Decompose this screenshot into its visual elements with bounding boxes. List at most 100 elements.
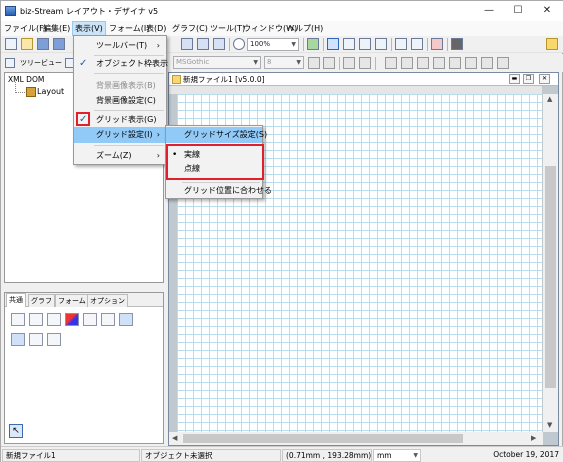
scroll-up-icon[interactable]: ▲ (547, 95, 552, 103)
page-icon-1[interactable] (181, 38, 193, 50)
menu-view[interactable]: 表示(V) (72, 21, 106, 36)
save-icon[interactable] (37, 38, 49, 50)
menu-item-zoom[interactable]: ズーム(Z) › (74, 148, 166, 164)
menu-item-label: グリッド表示(G) (96, 115, 157, 124)
view-menu: ツールバー(T) › ✓ オブジェクト枠表示 背景画像表示(B) 背景画像設定(… (73, 35, 168, 165)
align-bottom-icon[interactable] (417, 57, 429, 69)
zoom-select[interactable]: 100% ▼ (247, 38, 299, 51)
doc-close-button[interactable]: ✕ (539, 74, 550, 84)
table-tool-icon[interactable] (101, 313, 115, 326)
tab-options[interactable]: オプション (87, 294, 128, 307)
field-tool-icon[interactable] (29, 333, 43, 346)
menu-graph[interactable]: グラフ(C) (170, 21, 210, 36)
tree-node-layout[interactable]: Layout (37, 87, 64, 96)
bold-icon[interactable] (308, 57, 320, 69)
note-edit-icon[interactable] (546, 38, 558, 50)
italic-icon[interactable] (323, 57, 335, 69)
open-folder-icon[interactable] (21, 38, 33, 50)
shape-tool-icon[interactable] (65, 313, 79, 326)
menu-separator (94, 110, 164, 111)
align-icon[interactable] (359, 38, 371, 50)
menu-item-grid-size[interactable]: グリッドサイズ設定(S) (166, 127, 267, 143)
same-height-icon[interactable] (465, 57, 477, 69)
menu-item-grid-settings[interactable]: グリッド設定(I) › (74, 127, 166, 143)
tree-node-xml-dom[interactable]: XML DOM (8, 75, 44, 84)
page-icon-3[interactable] (213, 38, 225, 50)
menu-separator (94, 73, 164, 74)
menu-item-object-frame[interactable]: ✓ オブジェクト枠表示 (74, 56, 168, 72)
line-tool-icon[interactable] (47, 313, 61, 326)
chevron-down-icon: ▼ (253, 59, 258, 66)
font-name-select[interactable]: MSGothic ▼ (173, 56, 261, 69)
spacing-icon[interactable] (497, 57, 509, 69)
menu-item-bg-image-show[interactable]: 背景画像表示(B) (74, 78, 166, 94)
data-icon[interactable] (411, 38, 423, 50)
font-size-select[interactable]: 8 ▼ (264, 56, 304, 69)
pointer-tool-icon[interactable]: ↖ (9, 424, 23, 438)
menu-item-dotted-line[interactable]: 点線 (166, 161, 262, 177)
group-tool-icon[interactable] (119, 313, 133, 326)
scroll-left-icon[interactable]: ◀ (172, 434, 177, 442)
tab-common[interactable]: 共通 (6, 293, 26, 307)
vertical-scroll-thumb[interactable] (545, 166, 556, 388)
menu-item-toolbar[interactable]: ツールバー(T) › (74, 38, 166, 54)
toolbox-tabs: 共通 グラフ フォーム オプション (5, 293, 163, 307)
grid-settings-submenu: グリッドサイズ設定(S) • 実線 点線 グリッド位置に合わせる (165, 125, 272, 199)
horizontal-scrollbar[interactable]: ◀ ▶ (169, 432, 543, 445)
unit-select[interactable]: mm ▼ (373, 449, 421, 462)
menu-item-bg-image-settings[interactable]: 背景画像設定(C) (74, 93, 166, 109)
new-file-icon[interactable] (5, 38, 17, 50)
frame-tool-icon[interactable] (11, 333, 25, 346)
menu-edit[interactable]: 編集(E) (41, 21, 72, 36)
same-size-icon[interactable] (481, 57, 493, 69)
ruler-icon[interactable] (375, 38, 387, 50)
multiline-text-tool-icon[interactable] (29, 313, 43, 326)
save-all-icon[interactable] (53, 38, 65, 50)
menu-item-grid-show[interactable]: ✓ グリッド表示(G) (74, 112, 166, 128)
menu-item-label: 背景画像表示(B) (96, 81, 156, 90)
scroll-right-icon[interactable]: ▶ (531, 434, 536, 442)
edit-check-icon[interactable] (307, 38, 319, 50)
tab-tree-view[interactable]: ツリービュー (18, 56, 64, 70)
vertical-scrollbar[interactable]: ▲ ▼ (543, 94, 558, 432)
close-button[interactable]: ✕ (532, 1, 562, 21)
tab-graph[interactable]: グラフ (28, 294, 55, 307)
barcode-tool-icon[interactable] (47, 333, 61, 346)
menu-item-label: グリッド位置に合わせる (184, 186, 272, 195)
menu-table[interactable]: 表(D) (144, 21, 168, 36)
scroll-down-icon[interactable]: ▼ (547, 421, 552, 429)
toolbar-separator (427, 38, 428, 51)
menu-item-snap-to-grid[interactable]: グリッド位置に合わせる (166, 183, 272, 199)
distribute-icon[interactable] (433, 57, 445, 69)
minimize-button[interactable]: — (474, 1, 504, 21)
align-left-icon[interactable] (343, 57, 355, 69)
doc-restore-button[interactable]: ❐ (523, 74, 534, 84)
menu-help[interactable]: ヘルプ(H) (285, 21, 325, 36)
tree-connector (15, 92, 25, 93)
document-title-bar[interactable]: 新規ファイル1 [v5.0.0] ▬ ❐ ✕ (169, 73, 558, 86)
doc-minimize-button[interactable]: ▬ (509, 74, 520, 84)
horizontal-scroll-thumb[interactable] (183, 434, 463, 443)
grid-snap-icon[interactable] (343, 38, 355, 50)
same-width-icon[interactable] (449, 57, 461, 69)
maximize-button[interactable]: ☐ (503, 1, 533, 21)
grid-toggle-icon[interactable] (327, 38, 339, 50)
preview-icon[interactable] (395, 38, 407, 50)
app-icon (5, 6, 16, 16)
zoom-icon[interactable] (233, 38, 245, 50)
font-name-value: MSGothic (176, 58, 210, 66)
stop-icon[interactable] (451, 38, 463, 50)
chevron-right-icon: › (156, 151, 160, 160)
align-center-icon[interactable] (359, 57, 371, 69)
title-bar[interactable]: biz-Stream レイアウト・デザイナ v5 — ☐ ✕ (1, 1, 563, 21)
tab-form[interactable]: フォーム (55, 294, 89, 307)
page-icon-2[interactable] (197, 38, 209, 50)
status-coordinates: (0.71mm , 193.28mm) (282, 449, 372, 462)
text-tool-icon[interactable] (11, 313, 25, 326)
align-middle-icon[interactable] (401, 57, 413, 69)
toolbar-separator (391, 38, 392, 51)
unit-value: mm (377, 451, 392, 460)
cut-icon[interactable] (431, 38, 443, 50)
align-top-icon[interactable] (385, 57, 397, 69)
image-tool-icon[interactable] (83, 313, 97, 326)
